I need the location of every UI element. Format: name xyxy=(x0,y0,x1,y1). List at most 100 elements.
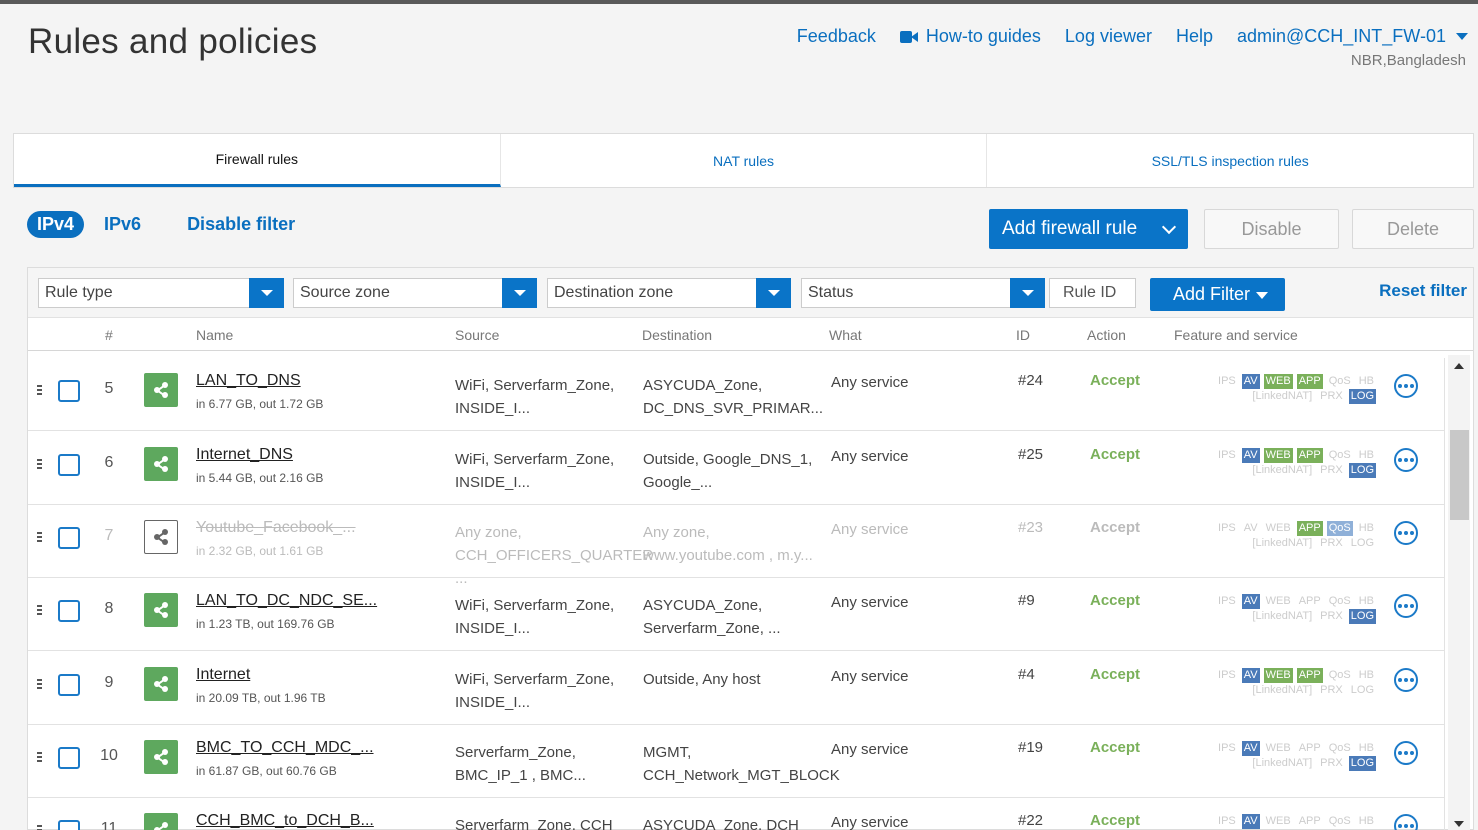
drag-handle-icon[interactable] xyxy=(37,532,43,542)
delete-button[interactable]: Delete xyxy=(1352,209,1474,249)
feature-app: APP xyxy=(1296,374,1323,389)
disable-button[interactable]: Disable xyxy=(1204,209,1339,249)
drag-handle-icon[interactable] xyxy=(37,605,43,615)
rule-id: #22 xyxy=(1018,812,1044,829)
rule-name-link[interactable]: LAN_TO_DC_NDC_SE... xyxy=(196,592,377,610)
status-select[interactable]: Status xyxy=(801,278,1045,308)
feature-prx: PRX xyxy=(1320,537,1343,549)
rule-id-input[interactable]: Rule ID xyxy=(1049,278,1136,308)
row-checkbox[interactable] xyxy=(58,600,80,622)
more-options-icon[interactable] xyxy=(1394,594,1418,618)
table-row[interactable]: 11 CCH_BMC_to_DCH_B... Serverfarm_Zone, … xyxy=(28,798,1444,830)
more-options-icon[interactable] xyxy=(1394,448,1418,472)
more-options-icon[interactable] xyxy=(1394,741,1418,765)
drag-handle-icon[interactable] xyxy=(37,385,43,395)
dropdown-arrow-icon[interactable] xyxy=(502,278,537,308)
vertical-scrollbar[interactable] xyxy=(1448,355,1470,830)
destination-zone-select[interactable]: Destination zone xyxy=(547,278,791,308)
row-checkbox[interactable] xyxy=(58,747,80,769)
feature-web: WEB xyxy=(1265,742,1291,754)
ipv4-toggle[interactable]: IPv4 xyxy=(27,211,85,238)
rule-action: Accept xyxy=(1090,812,1141,829)
feature-prx: PRX xyxy=(1320,390,1343,402)
col-what: What xyxy=(829,327,862,343)
row-checkbox[interactable] xyxy=(58,454,80,476)
feature-linkednat: [LinkedNAT] xyxy=(1252,464,1313,476)
dropdown-arrow-icon[interactable] xyxy=(756,278,791,308)
disable-filter-link[interactable]: Disable filter xyxy=(187,214,295,235)
tab-ssl-tls-rules[interactable]: SSL/TLS inspection rules xyxy=(987,134,1473,187)
rule-name-link[interactable]: LAN_TO_DNS xyxy=(196,372,301,390)
feature-qos: QoS xyxy=(1328,815,1351,827)
howto-link[interactable]: How-to guides xyxy=(899,26,1041,47)
drag-handle-icon[interactable] xyxy=(37,679,43,689)
scroll-thumb[interactable] xyxy=(1450,430,1469,520)
drag-handle-icon[interactable] xyxy=(37,752,43,762)
feature-app: APP xyxy=(1298,742,1321,754)
feature-ips: IPS xyxy=(1218,595,1236,607)
rule-position: 7 xyxy=(104,527,114,544)
row-checkbox[interactable] xyxy=(58,527,80,549)
feature-log: LOG xyxy=(1348,609,1376,624)
rules-table-body: 5 LAN_TO_DNS in 6.77 GB, out 1.72 GB WiF… xyxy=(28,358,1445,830)
row-checkbox[interactable] xyxy=(58,820,80,830)
rule-action: Accept xyxy=(1090,592,1141,609)
drag-handle-icon[interactable] xyxy=(37,825,43,830)
video-camera-icon xyxy=(899,30,918,44)
rule-type-select[interactable]: Rule type xyxy=(38,278,284,308)
table-row[interactable]: 9 Internet in 20.09 TB, out 1.96 TB WiFi… xyxy=(28,652,1444,725)
more-options-icon[interactable] xyxy=(1394,668,1418,692)
row-checkbox[interactable] xyxy=(58,674,80,696)
table-row[interactable]: 7 Youtube_Facebook_... in 2.32 GB, out 1… xyxy=(28,505,1444,587)
more-options-icon[interactable] xyxy=(1394,814,1418,830)
rule-name-link[interactable]: BMC_TO_CCH_MDC_... xyxy=(196,739,374,757)
rule-id: #9 xyxy=(1018,592,1035,609)
rule-name-link[interactable]: Internet_DNS xyxy=(196,446,293,464)
table-row[interactable]: 5 LAN_TO_DNS in 6.77 GB, out 1.72 GB WiF… xyxy=(28,358,1444,431)
dropdown-arrow-icon[interactable] xyxy=(249,278,284,308)
row-checkbox[interactable] xyxy=(58,380,80,402)
feature-web: WEB xyxy=(1265,522,1291,534)
rule-traffic: in 1.23 TB, out 169.76 GB xyxy=(196,617,335,631)
scroll-down-icon[interactable] xyxy=(1454,821,1464,827)
reset-filter-link[interactable]: Reset filter xyxy=(1379,281,1467,301)
user-menu[interactable]: admin@CCH_INT_FW-01 xyxy=(1237,26,1468,47)
feedback-link[interactable]: Feedback xyxy=(797,26,876,47)
tab-nat-rules[interactable]: NAT rules xyxy=(501,134,988,187)
feature-ips: IPS xyxy=(1218,815,1236,827)
add-filter-button[interactable]: Add Filter xyxy=(1150,278,1285,311)
dropdown-arrow-icon[interactable] xyxy=(1010,278,1045,308)
tab-firewall-rules[interactable]: Firewall rules xyxy=(14,134,501,187)
rule-type-value: Rule type xyxy=(45,284,113,301)
rule-type-icon xyxy=(144,520,178,554)
device-location: NBR,Bangladesh xyxy=(1350,52,1466,69)
source-zone-select[interactable]: Source zone xyxy=(293,278,537,308)
rule-name-link[interactable]: Internet xyxy=(196,666,250,684)
table-row[interactable]: 6 Internet_DNS in 5.44 GB, out 2.16 GB W… xyxy=(28,432,1444,505)
rule-position: 9 xyxy=(104,674,114,691)
col-destination: Destination xyxy=(642,327,713,343)
feature-web: WEB xyxy=(1263,668,1293,683)
share-icon xyxy=(154,749,168,765)
more-options-icon[interactable] xyxy=(1394,374,1418,398)
feature-av: AV xyxy=(1241,814,1260,829)
feature-hb: HB xyxy=(1358,375,1374,387)
ipv6-toggle[interactable]: IPv6 xyxy=(104,214,141,235)
table-row[interactable]: 8 LAN_TO_DC_NDC_SE... in 1.23 TB, out 16… xyxy=(28,578,1444,651)
more-options-icon[interactable] xyxy=(1394,521,1418,545)
feature-log: LOG xyxy=(1348,389,1376,404)
drag-handle-icon[interactable] xyxy=(37,459,43,469)
scroll-up-icon[interactable] xyxy=(1454,363,1464,369)
feature-ips: IPS xyxy=(1218,742,1236,754)
rule-type-icon xyxy=(144,740,178,774)
filter-bar: Rule type Source zone Destination zone S… xyxy=(28,268,1473,318)
rule-name-link[interactable]: CCH_BMC_to_DCH_B... xyxy=(196,812,374,830)
add-firewall-rule-button[interactable]: Add firewall rule xyxy=(989,209,1188,249)
feature-hb: HB xyxy=(1358,815,1374,827)
chevron-down-icon[interactable] xyxy=(1161,219,1177,235)
rule-type-icon xyxy=(144,667,178,701)
logviewer-link[interactable]: Log viewer xyxy=(1065,26,1152,47)
rule-name-link[interactable]: Youtube_Facebook_... xyxy=(196,519,356,537)
table-row[interactable]: 10 BMC_TO_CCH_MDC_... in 61.87 GB, out 6… xyxy=(28,725,1444,798)
help-link[interactable]: Help xyxy=(1176,26,1213,47)
